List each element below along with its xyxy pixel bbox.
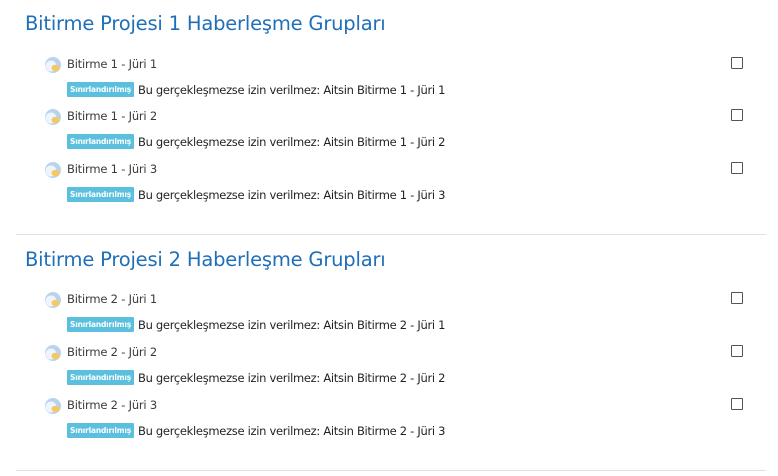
restriction-info: Sınırlandırılmış Bu gerçekleşmezse izin … <box>67 317 445 332</box>
chat-icon <box>43 290 63 310</box>
completion-checkbox[interactable] <box>731 398 743 410</box>
restriction-info: Sınırlandırılmış Bu gerçekleşmezse izin … <box>67 187 445 202</box>
activity-link[interactable]: Bitirme 2 - Jüri 1 <box>67 292 157 306</box>
section-title: Bitirme Projesi 2 Haberleşme Grupları <box>25 248 386 271</box>
restriction-text: Bu gerçekleşmezse izin verilmez: Aitsin … <box>137 82 446 97</box>
section-divider <box>16 470 766 471</box>
activity-link[interactable]: Bitirme 2 - Jüri 3 <box>67 398 157 412</box>
chat-icon <box>43 160 63 180</box>
restricted-badge: Sınırlandırılmış <box>67 423 134 438</box>
completion-checkbox[interactable] <box>731 162 743 174</box>
activity-link[interactable]: Bitirme 1 - Jüri 3 <box>67 162 157 176</box>
section-divider <box>16 234 766 235</box>
restricted-badge: Sınırlandırılmış <box>67 134 134 149</box>
restricted-badge: Sınırlandırılmış <box>67 82 134 97</box>
restriction-info: Sınırlandırılmış Bu gerçekleşmezse izin … <box>67 82 445 97</box>
restriction-info: Sınırlandırılmış Bu gerçekleşmezse izin … <box>67 134 445 149</box>
restriction-text: Bu gerçekleşmezse izin verilmez: Aitsin … <box>137 317 446 332</box>
completion-checkbox[interactable] <box>731 109 743 121</box>
activity-link[interactable]: Bitirme 2 - Jüri 2 <box>67 345 157 359</box>
restriction-text: Bu gerçekleşmezse izin verilmez: Aitsin … <box>137 134 446 149</box>
restriction-text: Bu gerçekleşmezse izin verilmez: Aitsin … <box>137 423 446 438</box>
restriction-info: Sınırlandırılmış Bu gerçekleşmezse izin … <box>67 370 445 385</box>
restricted-badge: Sınırlandırılmış <box>67 370 134 385</box>
restriction-text: Bu gerçekleşmezse izin verilmez: Aitsin … <box>137 370 446 385</box>
restriction-text: Bu gerçekleşmezse izin verilmez: Aitsin … <box>137 187 446 202</box>
restriction-info: Sınırlandırılmış Bu gerçekleşmezse izin … <box>67 423 445 438</box>
section-title: Bitirme Projesi 1 Haberleşme Grupları <box>25 12 386 35</box>
activity-item: Bitirme 1 - Jüri 2 Sınırlandırılmış Bu g… <box>16 107 766 157</box>
chat-icon <box>43 343 63 363</box>
completion-checkbox[interactable] <box>731 57 743 69</box>
restricted-badge: Sınırlandırılmış <box>67 187 134 202</box>
activity-item: Bitirme 1 - Jüri 1 Sınırlandırılmış Bu g… <box>16 55 766 105</box>
completion-checkbox[interactable] <box>731 292 743 304</box>
chat-icon <box>43 107 63 127</box>
activity-item: Bitirme 1 - Jüri 3 Sınırlandırılmış Bu g… <box>16 160 766 210</box>
activity-item: Bitirme 2 - Jüri 1 Sınırlandırılmış Bu g… <box>16 290 766 340</box>
chat-icon <box>43 396 63 416</box>
activity-item: Bitirme 2 - Jüri 2 Sınırlandırılmış Bu g… <box>16 343 766 393</box>
activity-item: Bitirme 2 - Jüri 3 Sınırlandırılmış Bu g… <box>16 396 766 446</box>
restricted-badge: Sınırlandırılmış <box>67 317 134 332</box>
activity-link[interactable]: Bitirme 1 - Jüri 2 <box>67 109 157 123</box>
activity-link[interactable]: Bitirme 1 - Jüri 1 <box>67 57 157 71</box>
completion-checkbox[interactable] <box>731 345 743 357</box>
chat-icon <box>43 55 63 75</box>
